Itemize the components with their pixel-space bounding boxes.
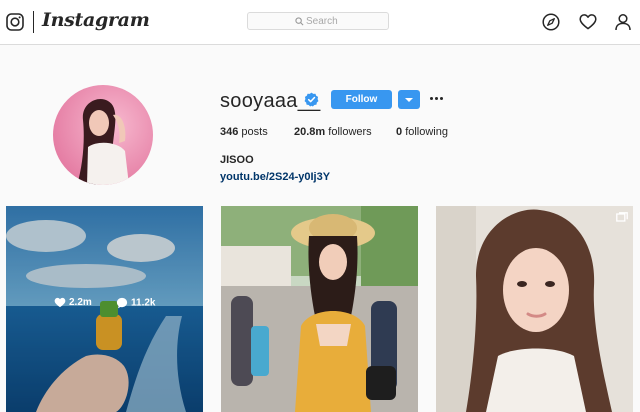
followers-count[interactable]: 20.8m followers xyxy=(294,126,372,138)
post-comments-value: 11.2k xyxy=(131,297,156,309)
posts-count-value: 346 xyxy=(220,126,239,138)
profile-icon[interactable] xyxy=(614,13,632,31)
heart-icon[interactable] xyxy=(579,13,597,31)
top-nav: Instagram xyxy=(0,0,640,45)
dot xyxy=(435,97,438,100)
posts-count-label: posts xyxy=(241,126,268,138)
bio-link[interactable]: youtu.be/2S24-y0Ij3Y xyxy=(220,171,330,183)
post-comments: 11.2k xyxy=(116,297,155,309)
search-box[interactable] xyxy=(247,12,389,30)
posts-count: 346 posts xyxy=(220,126,268,138)
profile-avatar[interactable] xyxy=(53,85,153,185)
more-options-button[interactable] xyxy=(430,93,444,105)
comment-filled-icon xyxy=(116,297,128,309)
post-image-portrait xyxy=(436,206,633,412)
instagram-wordmark[interactable]: Instagram xyxy=(42,9,150,31)
post-image-street xyxy=(221,206,418,412)
post-likes: 2.2m xyxy=(54,297,92,308)
instagram-camera-icon[interactable] xyxy=(6,13,24,31)
following-count[interactable]: 0 following xyxy=(396,126,448,138)
post-likes-value: 2.2m xyxy=(69,297,92,309)
post-hover-overlay xyxy=(6,206,203,412)
post-tile[interactable]: 2.2m 11.2k xyxy=(6,206,203,412)
followers-count-label: followers xyxy=(328,126,372,138)
compass-icon[interactable] xyxy=(542,13,560,31)
avatar-image xyxy=(53,85,153,185)
suggested-dropdown-button[interactable] xyxy=(398,90,420,109)
dot xyxy=(440,97,443,100)
post-tile[interactable] xyxy=(221,206,418,412)
brand-divider xyxy=(33,11,34,33)
search-input[interactable] xyxy=(248,13,388,29)
follow-button[interactable]: Follow xyxy=(331,90,392,109)
followers-count-value: 20.8m xyxy=(294,126,326,138)
heart-filled-icon xyxy=(54,297,66,308)
post-tile[interactable] xyxy=(436,206,633,412)
dot xyxy=(430,97,433,100)
verified-badge-icon xyxy=(304,92,319,107)
following-count-label: following xyxy=(405,126,448,138)
carousel-icon xyxy=(616,212,628,222)
following-count-value: 0 xyxy=(396,126,403,138)
chevron-down-icon xyxy=(405,98,413,102)
profile-full-name: JISOO xyxy=(220,154,254,166)
